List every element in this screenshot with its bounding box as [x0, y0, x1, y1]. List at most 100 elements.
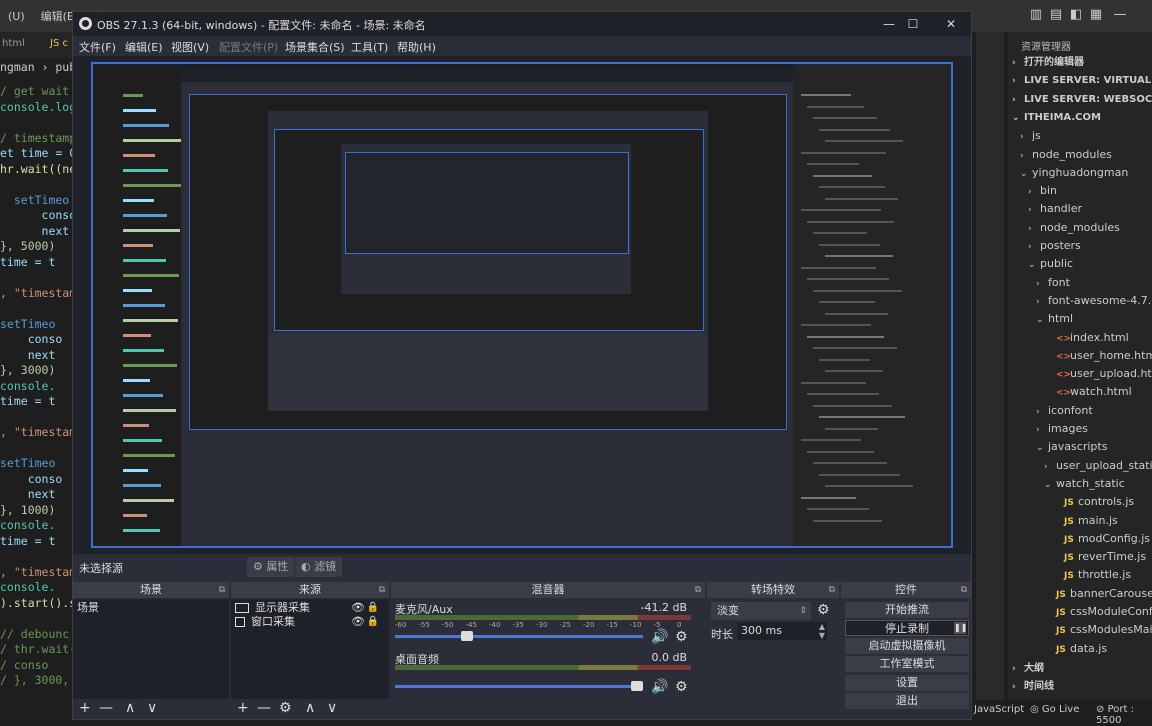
volume-slider[interactable]	[395, 685, 643, 688]
studio-mode-button[interactable]: 工作室模式	[845, 656, 969, 672]
duration-input[interactable]: 300 ms ▲ ▼	[737, 622, 827, 640]
start-virtual-camera-button[interactable]: 启动虚拟摄像机	[845, 638, 969, 654]
menu-help[interactable]: 帮助(H)	[397, 39, 436, 55]
tree-folder[interactable]: ⌄ yinghuadongman	[1020, 164, 1128, 182]
explorer-section[interactable]: ⌄ ITHEIMA.COM	[1012, 109, 1101, 127]
tree-file[interactable]: JS main.js	[1052, 512, 1118, 530]
layout-icon[interactable]: ▥	[1028, 7, 1044, 23]
move-down-icon[interactable]: ∨	[147, 700, 157, 716]
tree-file[interactable]: JS controls.js	[1052, 493, 1134, 511]
close-button[interactable]: ✕	[931, 15, 971, 33]
tree-folder[interactable]: ⌄ watch_static	[1044, 475, 1125, 493]
maximize-button[interactable]: ☐	[893, 15, 933, 33]
layout-icon[interactable]: ▤	[1048, 7, 1064, 23]
source-item[interactable]: 窗口采集 👁 🔒	[235, 615, 383, 629]
tree-file[interactable]: JS bannerCarousel.js	[1044, 585, 1152, 603]
tree-file[interactable]: JS modConfig.js	[1052, 530, 1150, 548]
move-up-icon[interactable]: ∧	[305, 700, 315, 716]
explorer-section[interactable]: › 打开的编辑器	[1012, 54, 1084, 72]
tree-file[interactable]: JS data.js	[1044, 640, 1107, 658]
explorer-section[interactable]: › 时间线	[1012, 678, 1054, 696]
visibility-eye-icon[interactable]: 👁	[351, 601, 365, 615]
remove-icon[interactable]: —	[99, 700, 113, 716]
move-down-icon[interactable]: ∨	[327, 700, 337, 716]
gear-icon[interactable]: ⚙	[675, 679, 688, 695]
visibility-eye-icon[interactable]: 👁	[351, 615, 365, 629]
remove-icon[interactable]: —	[257, 700, 271, 716]
tree-file[interactable]: <>index.html	[1044, 329, 1129, 347]
menu-view[interactable]: 视图(V)	[171, 39, 209, 55]
popout-icon[interactable]: ⧉	[961, 582, 967, 598]
go-live-button[interactable]: ◎ Go Live	[1030, 704, 1079, 715]
popout-icon[interactable]: ⧉	[695, 582, 701, 598]
port-status[interactable]: ⊘ Port : 5500	[1096, 704, 1152, 726]
properties-button[interactable]: ⚙ 属性	[247, 557, 295, 577]
tree-folder[interactable]: › font	[1036, 274, 1070, 292]
exit-button[interactable]: 退出	[845, 693, 969, 709]
popout-icon[interactable]: ⧉	[829, 582, 835, 598]
lock-icon[interactable]: 🔒	[367, 601, 379, 615]
tree-file[interactable]: <>watch.html	[1044, 383, 1132, 401]
lock-icon[interactable]: 🔒	[367, 615, 379, 629]
pause-icon[interactable]: ❚❚	[954, 622, 967, 634]
source-item[interactable]: 显示器采集 👁 🔒	[235, 601, 383, 615]
gear-icon[interactable]: ⚙	[817, 602, 830, 618]
volume-slider[interactable]	[395, 635, 643, 638]
tree-folder[interactable]: › images	[1036, 420, 1088, 438]
menu-file[interactable]: 文件(F)	[79, 39, 116, 55]
tree-file[interactable]: JS throttle.js	[1052, 566, 1131, 584]
language-mode[interactable]: JavaScript	[974, 704, 1024, 715]
menu-profile[interactable]: 配置文件(P)	[219, 39, 278, 55]
tree-folder[interactable]: ⌄ javascripts	[1036, 438, 1107, 456]
tree-folder[interactable]: › iconfont	[1036, 402, 1093, 420]
preview-canvas[interactable]	[91, 62, 953, 548]
volume-slider-knob[interactable]	[461, 631, 474, 641]
gear-icon[interactable]: ⚙	[675, 629, 688, 645]
tree-file[interactable]: JS cssModulesMain.js	[1044, 621, 1152, 639]
menu-tools[interactable]: 工具(T)	[351, 39, 388, 55]
transition-select[interactable]: 淡变 ⇕	[711, 602, 811, 620]
spinner-icon[interactable]: ▲ ▼	[819, 622, 825, 640]
start-streaming-button[interactable]: 开始推流	[845, 602, 969, 618]
speaker-icon[interactable]: 🔊	[651, 679, 668, 695]
scene-item[interactable]: 场景	[77, 601, 225, 615]
popout-icon[interactable]: ⧉	[379, 582, 385, 598]
volume-slider-knob[interactable]	[631, 681, 643, 691]
gear-icon[interactable]: ⚙	[279, 700, 292, 716]
explorer-section[interactable]: › LIVE SERVER: WEBSOCKET CLIE	[1012, 91, 1152, 109]
layout-icon[interactable]: ◧	[1068, 7, 1084, 23]
explorer-section[interactable]: › LIVE SERVER: VIRTUAL FILES	[1012, 72, 1152, 90]
tree-folder[interactable]: › node_modules	[1020, 146, 1112, 164]
tree-file[interactable]: <>user_home.html	[1044, 347, 1152, 365]
settings-button[interactable]: 设置	[845, 675, 969, 691]
explorer-section[interactable]: › 大纲	[1012, 660, 1044, 678]
tree-folder[interactable]: › user_upload_static	[1044, 457, 1152, 475]
mixer-title: 混音器	[531, 583, 565, 596]
menu-scene-collection[interactable]: 场景集合(S)	[285, 39, 345, 55]
menu-edit[interactable]: 编辑(E)	[125, 39, 163, 55]
tree-file[interactable]: JS reverTime.js	[1052, 548, 1146, 566]
vscode-menu-item[interactable]: (U)	[0, 10, 33, 23]
code-editor[interactable]: ngman › publi / get waitconsole.log(/ ti…	[0, 60, 72, 700]
minimize-icon[interactable]: —	[1112, 7, 1128, 23]
tree-folder[interactable]: › posters	[1028, 237, 1081, 255]
tree-file[interactable]: <>user_upload.html	[1044, 365, 1152, 383]
popout-icon[interactable]: ⧉	[219, 582, 225, 598]
layout-icon[interactable]: ▦	[1088, 7, 1104, 23]
tree-folder[interactable]: › font-awesome-4.7.0	[1036, 292, 1152, 310]
filters-button[interactable]: ◐ 滤镜	[295, 557, 343, 577]
add-icon[interactable]: +	[79, 700, 91, 716]
tree-folder[interactable]: ⌄ public	[1028, 255, 1073, 273]
editor-tab[interactable]: JS c	[50, 38, 68, 49]
tree-file[interactable]: JS cssModuleConfig.js	[1044, 603, 1152, 621]
tree-folder[interactable]: › handler	[1028, 200, 1082, 218]
tree-folder[interactable]: › bin	[1028, 182, 1057, 200]
add-icon[interactable]: +	[237, 700, 249, 716]
editor-tab[interactable]: html	[2, 38, 25, 49]
tree-folder[interactable]: ⌄ html	[1036, 310, 1073, 328]
move-up-icon[interactable]: ∧	[125, 700, 135, 716]
speaker-icon[interactable]: 🔊	[651, 629, 668, 645]
tree-folder[interactable]: › node_modules	[1028, 219, 1120, 237]
stop-recording-button[interactable]: 停止录制 ❚❚	[845, 620, 969, 636]
tree-folder[interactable]: › js	[1020, 127, 1041, 145]
